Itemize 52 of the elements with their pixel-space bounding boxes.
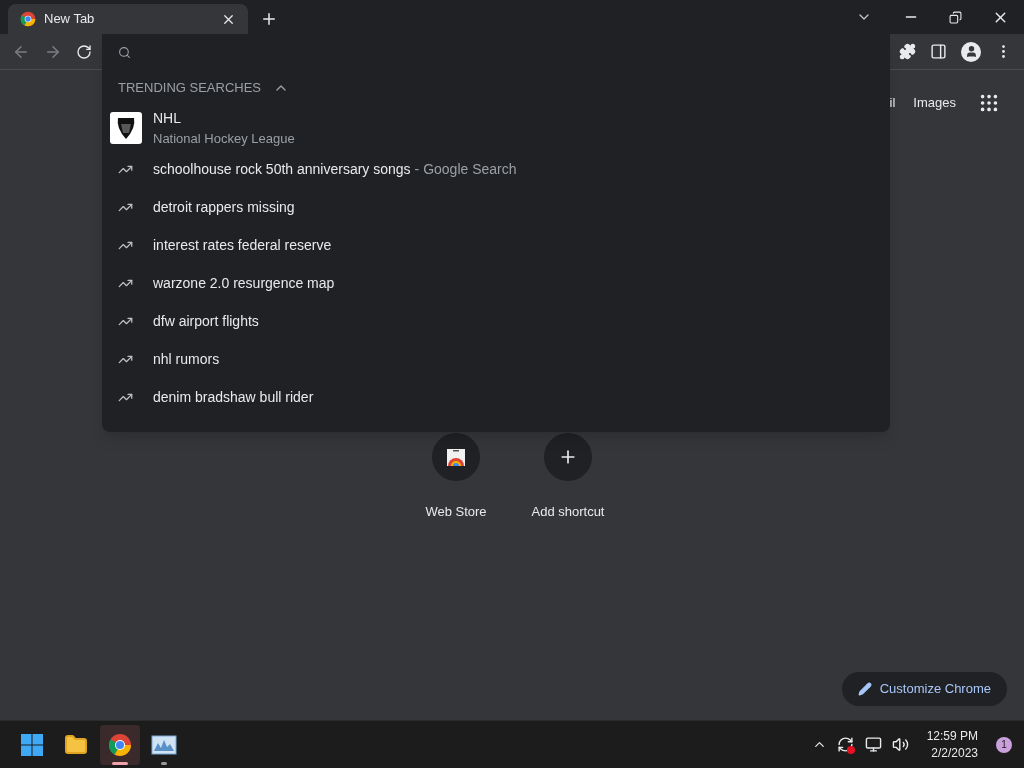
chrome-icon <box>20 11 36 27</box>
web-store-icon <box>445 446 467 468</box>
shortcut-tile[interactable]: Web Store <box>416 433 496 522</box>
search-icon <box>118 45 131 59</box>
side-panel-icon[interactable] <box>930 43 947 60</box>
reload-icon[interactable] <box>76 43 92 60</box>
suggestion-text: detroit rappers missing <box>153 197 295 217</box>
shortcut-label: Add shortcut <box>531 503 605 521</box>
suggestion-row[interactable]: warzone 2.0 resurgence map <box>102 264 890 302</box>
suggestion-text: nhl rumors <box>153 349 220 369</box>
suggestion-text: interest rates federal reserve <box>153 235 332 255</box>
restore-icon[interactable] <box>949 10 962 24</box>
suggestion-text: schoolhouse rock 50th anniversary songs <box>153 159 411 179</box>
browser-tab[interactable]: New Tab <box>8 4 248 34</box>
chrome-icon <box>108 732 132 757</box>
section-header: TRENDING SEARCHES <box>118 79 262 98</box>
clock-date: 2/2/2023 <box>931 744 978 762</box>
suggestion-detail: - Google Search <box>414 159 517 179</box>
pencil-icon <box>857 682 872 696</box>
suggestion-text: dfw airport flights <box>153 311 259 331</box>
images-link[interactable]: Images <box>913 93 956 113</box>
shortcut-label: Web Store <box>425 503 487 521</box>
clock-time: 12:59 PM <box>926 727 978 745</box>
gmail-link[interactable]: il <box>889 93 896 113</box>
customize-chrome-button[interactable]: Customize Chrome <box>841 672 1007 706</box>
tab-title: New Tab <box>44 10 96 29</box>
sync-icon[interactable] <box>836 735 855 754</box>
suggestion-row[interactable]: NHL National Hockey League <box>102 106 890 150</box>
suggestion-text: NHL <box>153 108 182 128</box>
suggestion-row[interactable]: dfw airport flights <box>102 302 890 340</box>
profile-avatar[interactable] <box>961 41 981 62</box>
suggestion-text: denim bradshaw bull rider <box>153 387 314 407</box>
folder-icon <box>64 732 88 757</box>
apps-icon[interactable] <box>978 92 1000 114</box>
chart-window-icon <box>151 733 177 756</box>
suggestion-row[interactable]: detroit rappers missing <box>102 188 890 226</box>
network-icon[interactable] <box>864 736 882 753</box>
taskbar-app[interactable] <box>100 724 140 765</box>
shield-logo <box>110 112 142 144</box>
suggestion-detail: National Hockey League <box>153 129 295 148</box>
shortcut-tile[interactable]: Add shortcut <box>528 433 608 522</box>
suggestion-row[interactable]: interest rates federal reserve <box>102 226 890 264</box>
volume-icon[interactable] <box>891 736 909 753</box>
new-tab-icon[interactable] <box>260 10 278 28</box>
clock[interactable]: 12:59 PM 2/2/2023 <box>926 727 978 762</box>
suggestion-row[interactable]: nhl rumors <box>102 340 890 378</box>
suggestion-text: warzone 2.0 resurgence map <box>153 273 335 293</box>
suggestion-row[interactable]: denim bradshaw bull rider <box>102 378 890 416</box>
windows-icon <box>20 732 44 757</box>
puzzle-icon[interactable] <box>899 43 916 60</box>
suggestion-row[interactable]: schoolhouse rock 50th anniversary songs - Google Search <box>102 150 890 188</box>
notification-badge[interactable]: 1 <box>996 736 1012 753</box>
